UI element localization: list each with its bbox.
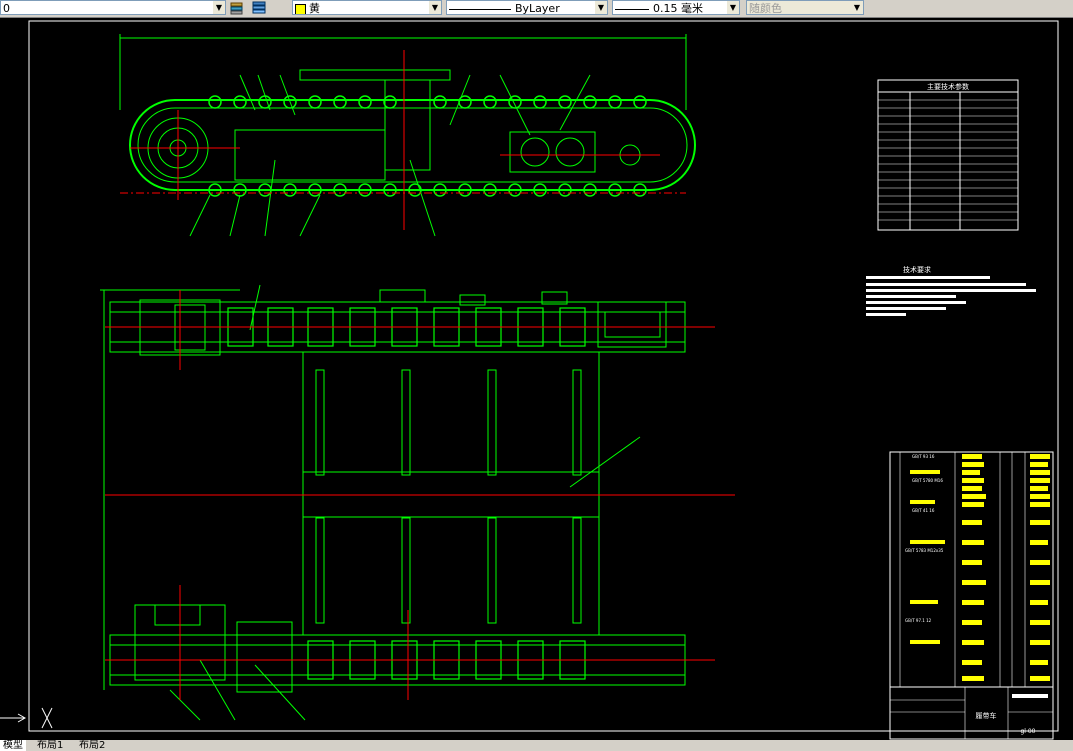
plotstyle-dropdown: 随颜色 ▼ bbox=[746, 0, 864, 15]
chevron-down-icon[interactable]: ▼ bbox=[429, 1, 441, 14]
plotstyle-value: 随颜色 bbox=[749, 2, 782, 15]
layer-previous-icon[interactable] bbox=[229, 0, 245, 15]
color-swatch bbox=[295, 3, 306, 14]
lineweight-dropdown[interactable]: 0.15 毫米 ▼ bbox=[612, 0, 740, 15]
chevron-down-icon[interactable]: ▼ bbox=[595, 1, 607, 14]
layer-dropdown[interactable]: 0 ▼ bbox=[0, 0, 226, 15]
layout-tabs: 模型 布局1 布局2 bbox=[0, 740, 1073, 751]
parts-item-label: GB/T 5783 M12x35 bbox=[905, 548, 944, 553]
linetype-sample bbox=[449, 8, 511, 10]
parts-item-label: GB/T 41 16 bbox=[912, 508, 935, 513]
linetype-dropdown[interactable]: ByLayer ▼ bbox=[446, 0, 608, 15]
track-plan-view bbox=[100, 284, 686, 721]
color-dropdown[interactable]: 黄 ▼ bbox=[292, 0, 442, 15]
parts-item-label: GB/T 5780 M16 bbox=[912, 478, 943, 483]
tab-model[interactable]: 模型 bbox=[0, 740, 26, 751]
color-value: 黄 bbox=[309, 2, 320, 15]
ucs-icon bbox=[0, 707, 53, 729]
linetype-value: ByLayer bbox=[515, 2, 560, 15]
tech-requirements: 技术要求 bbox=[866, 265, 1036, 316]
lineweight-sample bbox=[615, 8, 649, 10]
layer-value: 0 bbox=[3, 2, 10, 15]
tech-requirements-title: 技术要求 bbox=[903, 265, 931, 274]
tech-table-title: 主要技术参数 bbox=[927, 82, 969, 91]
tab-layout2[interactable]: 布局2 bbox=[76, 740, 108, 751]
tab-layout1[interactable]: 布局1 bbox=[34, 740, 66, 751]
cad-drawing: 主要技术参数 技术要求 GB/T 93 16 GB/T 5780 M16 GB/… bbox=[0, 20, 1059, 740]
chevron-down-icon[interactable]: ▼ bbox=[213, 1, 225, 14]
chevron-down-icon: ▼ bbox=[851, 1, 863, 14]
layer-states-icon[interactable] bbox=[251, 0, 267, 15]
parts-list: GB/T 93 16 GB/T 5780 M16 GB/T 41 16 GB/T… bbox=[889, 451, 1054, 688]
parts-item-label: GB/T 93 16 bbox=[912, 454, 935, 459]
drawing-canvas[interactable]: 主要技术参数 技术要求 GB/T 93 16 GB/T 5780 M16 GB/… bbox=[0, 18, 1073, 740]
title-block-name: 履带车 bbox=[976, 711, 997, 720]
track-side-view bbox=[119, 34, 696, 237]
tech-parameter-table: 主要技术参数 bbox=[877, 79, 1019, 231]
properties-toolbar: 0 ▼ 黄 ▼ ByLayer ▼ 0.15 毫米 ▼ 随颜色 ▼ bbox=[0, 0, 1073, 18]
title-block-drawing-no: gl 00 bbox=[1020, 728, 1035, 735]
parts-item-label: GB/T 97.1 12 bbox=[905, 618, 932, 623]
chevron-down-icon[interactable]: ▼ bbox=[727, 1, 739, 14]
lineweight-value: 0.15 毫米 bbox=[653, 2, 703, 15]
